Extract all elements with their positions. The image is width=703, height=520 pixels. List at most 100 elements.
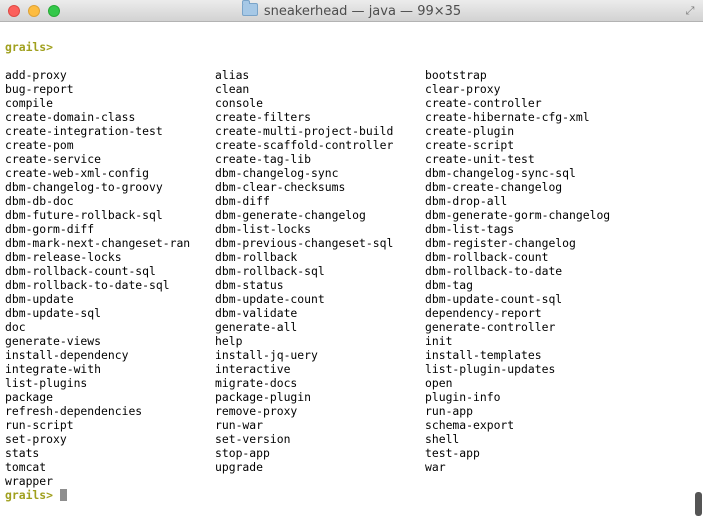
command-item: dbm-list-tags <box>425 222 515 236</box>
command-item: run-war <box>215 418 264 432</box>
command-item: integrate-with <box>5 362 102 376</box>
command-item: dbm-drop-all <box>425 194 508 208</box>
command-item: dbm-status <box>215 278 284 292</box>
command-item: dbm-changelog-to-groovy <box>5 180 163 194</box>
command-item: dbm-db-doc <box>5 194 74 208</box>
command-item: dbm-changelog-sync <box>215 166 339 180</box>
command-item: clear-proxy <box>425 82 501 96</box>
command-item: create-web-xml-config <box>5 166 150 180</box>
command-item: install-templates <box>425 348 542 362</box>
command-item: package <box>5 390 54 404</box>
window-title: sneakerhead — java — 99×35 <box>0 0 703 19</box>
command-item: help <box>215 334 243 348</box>
command-item: set-proxy <box>5 432 67 446</box>
command-item: clean <box>215 82 250 96</box>
command-item: open <box>425 376 453 390</box>
command-item: create-script <box>425 138 515 152</box>
command-item: dbm-generate-gorm-changelog <box>425 208 611 222</box>
command-item: dbm-register-changelog <box>425 236 576 250</box>
command-item: refresh-dependencies <box>5 404 143 418</box>
command-item: alias <box>215 68 250 82</box>
command-item: dbm-rollback-count-sql <box>5 264 156 278</box>
command-item: dbm-generate-changelog <box>215 208 366 222</box>
command-item: create-filters <box>215 110 312 124</box>
command-item: create-plugin <box>425 124 515 138</box>
command-item: package-plugin <box>215 390 312 404</box>
command-item: add-proxy <box>5 68 67 82</box>
command-item: generate-all <box>215 320 298 334</box>
command-item: dbm-create-changelog <box>425 180 563 194</box>
command-item: create-pom <box>5 138 74 152</box>
command-item: dbm-gorm-diff <box>5 222 95 236</box>
command-item: dbm-validate <box>215 306 298 320</box>
terminal-window: sneakerhead — java — 99×35 ⤢ grails> add… <box>0 0 703 520</box>
fullscreen-icon[interactable]: ⤢ <box>683 4 697 18</box>
command-item: war <box>425 460 446 474</box>
command-item: generate-controller <box>425 320 556 334</box>
command-item: dbm-update <box>5 292 74 306</box>
command-item: run-app <box>425 404 474 418</box>
command-item: upgrade <box>215 460 264 474</box>
command-item: dbm-update-count-sql <box>425 292 563 306</box>
command-item: schema-export <box>425 418 515 432</box>
command-item: plugin-info <box>425 390 501 404</box>
command-item: set-version <box>215 432 291 446</box>
command-item: dbm-release-locks <box>5 250 122 264</box>
command-item: create-hibernate-cfg-xml <box>425 110 590 124</box>
command-item: dbm-clear-checksums <box>215 180 346 194</box>
command-item: stop-app <box>215 446 270 460</box>
command-item: run-script <box>5 418 74 432</box>
command-item: dbm-mark-next-changeset-ran <box>5 236 191 250</box>
command-item: install-dependency <box>5 348 129 362</box>
command-item: create-multi-project-build <box>215 124 394 138</box>
command-item: test-app <box>425 446 480 460</box>
command-item: dbm-future-rollback-sql <box>5 208 163 222</box>
command-item: interactive <box>215 362 291 376</box>
command-item: dbm-diff <box>215 194 270 208</box>
command-item: dbm-rollback-to-date <box>425 264 563 278</box>
command-item: init <box>425 334 453 348</box>
scrollbar-thumb[interactable] <box>695 492 702 516</box>
command-item: dbm-list-locks <box>215 222 312 236</box>
command-item: bug-report <box>5 82 74 96</box>
command-item: generate-views <box>5 334 102 348</box>
command-item: list-plugins <box>5 376 88 390</box>
command-item: shell <box>425 432 460 446</box>
command-item: bootstrap <box>425 68 487 82</box>
command-item: wrapper <box>5 474 54 488</box>
command-item: dbm-update-sql <box>5 306 102 320</box>
command-item: create-tag-lib <box>215 152 312 166</box>
command-item: create-domain-class <box>5 110 136 124</box>
command-item: list-plugin-updates <box>425 362 556 376</box>
title-bar[interactable]: sneakerhead — java — 99×35 ⤢ <box>0 0 703 22</box>
command-item: create-integration-test <box>5 124 163 138</box>
command-item: create-controller <box>425 96 542 110</box>
command-item: create-service <box>5 152 102 166</box>
text-cursor <box>60 489 68 501</box>
command-item: dbm-rollback-to-date-sql <box>5 278 170 292</box>
prompt: grails> <box>5 488 54 502</box>
command-item: dbm-rollback-sql <box>215 264 325 278</box>
command-item: stats <box>5 446 40 460</box>
prompt: grails> <box>5 40 54 54</box>
command-item: compile <box>5 96 54 110</box>
command-item: dbm-previous-changeset-sql <box>215 236 394 250</box>
command-item: dependency-report <box>425 306 542 320</box>
folder-icon <box>241 0 258 16</box>
command-item: remove-proxy <box>215 404 298 418</box>
command-item: dbm-changelog-sync-sql <box>425 166 576 180</box>
command-item: dbm-tag <box>425 278 474 292</box>
terminal-output[interactable]: grails> add-proxy alias bootstrap bug-repor… <box>5 40 635 502</box>
command-item: migrate-docs <box>215 376 298 390</box>
command-item: dbm-rollback <box>215 250 298 264</box>
command-item: dbm-update-count <box>215 292 325 306</box>
command-item: console <box>215 96 264 110</box>
window-title-text: sneakerhead — java — 99×35 <box>263 4 462 19</box>
command-item: install-jq-uery <box>215 348 318 362</box>
command-item: create-unit-test <box>425 152 535 166</box>
command-item: tomcat <box>5 460 47 474</box>
command-item: doc <box>5 320 26 334</box>
command-item: dbm-rollback-count <box>425 250 549 264</box>
command-item: create-scaffold-controller <box>215 138 394 152</box>
command-list: add-proxy alias bootstrap bug-report clean cl… <box>5 68 635 488</box>
